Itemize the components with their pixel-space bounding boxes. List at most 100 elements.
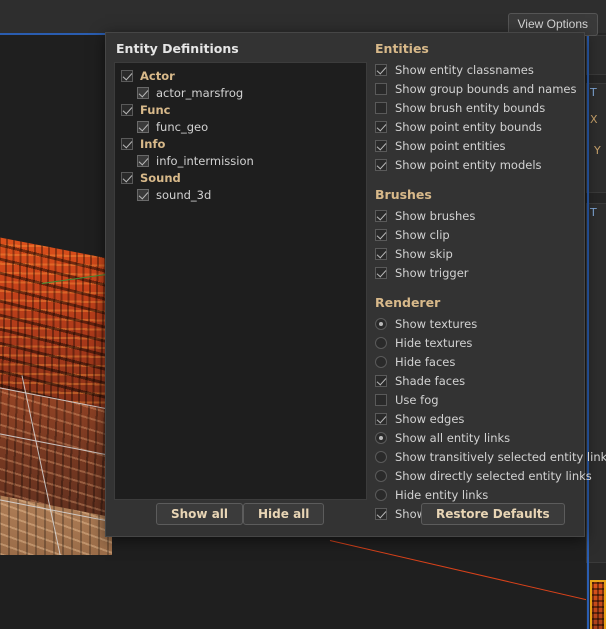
inspector-row-label: Y bbox=[594, 144, 601, 157]
option-row[interactable]: Show directly selected entity links bbox=[374, 466, 592, 485]
entity-definition-label: Info bbox=[140, 136, 166, 151]
popup-columns: Entity Definitions Actor actor_marsfrog Fu… bbox=[106, 33, 606, 521]
entity-definition-row[interactable]: sound_3d bbox=[115, 186, 366, 203]
option-label: Show point entity bounds bbox=[395, 119, 542, 134]
option-label: Show textures bbox=[395, 316, 478, 331]
show-all-button[interactable]: Show all bbox=[156, 503, 244, 525]
axis-line-red bbox=[329, 540, 586, 611]
checkbox-icon[interactable] bbox=[375, 63, 387, 76]
restore-defaults-button[interactable]: Restore Defaults bbox=[421, 503, 565, 525]
entity-definition-label: info_intermission bbox=[156, 153, 254, 168]
section-heading: Renderer bbox=[375, 295, 441, 310]
inspector-row-label: T bbox=[590, 86, 597, 99]
inspector-panel[interactable]: T X Y T bbox=[586, 35, 606, 629]
entity-definition-label: actor_marsfrog bbox=[156, 85, 244, 100]
checkbox-icon[interactable] bbox=[121, 69, 133, 82]
checkbox-icon[interactable] bbox=[121, 103, 133, 116]
checkbox-icon[interactable] bbox=[375, 209, 387, 222]
option-label: Hide textures bbox=[395, 335, 473, 350]
entity-definitions-column: Entity Definitions Actor actor_marsfrog Fu… bbox=[114, 41, 367, 500]
option-row[interactable]: Show trigger bbox=[374, 263, 580, 282]
radio-icon[interactable] bbox=[375, 469, 387, 482]
option-row[interactable]: Hide textures bbox=[374, 333, 580, 352]
entity-definitions-title: Entity Definitions bbox=[116, 41, 239, 56]
option-row[interactable]: Show entity classnames bbox=[374, 60, 580, 79]
checkbox-icon[interactable] bbox=[375, 158, 387, 171]
checkbox-icon[interactable] bbox=[375, 374, 387, 387]
checkbox-icon[interactable] bbox=[375, 82, 387, 95]
checkbox-icon[interactable] bbox=[375, 247, 387, 260]
entity-group-row[interactable]: Func bbox=[115, 101, 366, 118]
inspector-accent-line bbox=[587, 35, 589, 629]
inspector-section-browser: T bbox=[586, 203, 606, 563]
hide-all-button[interactable]: Hide all bbox=[243, 503, 325, 525]
option-label: Show all entity links bbox=[395, 430, 511, 445]
option-label: Show point entity models bbox=[395, 157, 542, 172]
checkbox-icon[interactable] bbox=[121, 171, 133, 184]
section-heading: Brushes bbox=[375, 187, 432, 202]
checkbox-icon[interactable] bbox=[121, 137, 133, 150]
radio-icon[interactable] bbox=[375, 317, 387, 330]
entity-definition-label: Sound bbox=[140, 170, 181, 185]
checkbox-icon[interactable] bbox=[137, 188, 149, 201]
option-label: Show entity classnames bbox=[395, 62, 534, 77]
radio-icon[interactable] bbox=[375, 431, 387, 444]
checkbox-icon[interactable] bbox=[375, 101, 387, 114]
option-row[interactable]: Hide faces bbox=[374, 352, 580, 371]
texture-thumbnail[interactable] bbox=[590, 580, 606, 629]
option-label: Show skip bbox=[395, 246, 453, 261]
option-label: Shade faces bbox=[395, 373, 466, 388]
option-label: Show directly selected entity links bbox=[395, 468, 592, 483]
option-row[interactable]: Show point entity models bbox=[374, 155, 580, 174]
entity-group-row[interactable]: Info bbox=[115, 135, 366, 152]
entity-group-row[interactable]: Sound bbox=[115, 169, 366, 186]
checkbox-icon[interactable] bbox=[137, 86, 149, 99]
inspector-section-top bbox=[586, 35, 606, 75]
checkbox-icon[interactable] bbox=[375, 228, 387, 241]
option-row[interactable]: Use fog bbox=[374, 390, 580, 409]
option-row[interactable]: Show point entities bbox=[374, 136, 580, 155]
checkbox-icon[interactable] bbox=[375, 393, 387, 406]
view-options-column: Entities Show entity classnames Show group… bbox=[374, 41, 606, 523]
option-label: Show trigger bbox=[395, 265, 469, 280]
popup-footer: Show all Hide all Restore Defaults bbox=[106, 496, 586, 536]
checkbox-icon[interactable] bbox=[375, 412, 387, 425]
radio-icon[interactable] bbox=[375, 336, 387, 349]
option-row[interactable]: Show transitively selected entity links bbox=[374, 447, 606, 466]
option-label: Show brushes bbox=[395, 208, 476, 223]
entity-definitions-list[interactable]: Actor actor_marsfrog Func func_geo Info info_… bbox=[114, 62, 367, 500]
option-label: Hide faces bbox=[395, 354, 456, 369]
checkbox-icon[interactable] bbox=[137, 154, 149, 167]
option-row[interactable]: Show edges bbox=[374, 409, 580, 428]
option-row[interactable]: Shade faces bbox=[374, 371, 580, 390]
option-label: Show transitively selected entity links bbox=[395, 449, 606, 464]
option-row[interactable]: Show all entity links bbox=[374, 428, 580, 447]
app-root: T X Y T View Options Entity Definitions … bbox=[0, 0, 606, 629]
option-label: Show brush entity bounds bbox=[395, 100, 546, 115]
option-row[interactable]: Show skip bbox=[374, 244, 580, 263]
radio-icon[interactable] bbox=[375, 450, 387, 463]
inspector-row-label: X bbox=[590, 113, 598, 126]
option-row[interactable]: Show brush entity bounds bbox=[374, 98, 580, 117]
option-label: Show clip bbox=[395, 227, 450, 242]
option-label: Use fog bbox=[395, 392, 439, 407]
checkbox-icon[interactable] bbox=[375, 266, 387, 279]
entity-group-row[interactable]: Actor bbox=[115, 67, 366, 84]
option-row[interactable]: Show textures bbox=[374, 314, 580, 333]
view-options-popup: Entity Definitions Actor actor_marsfrog Fu… bbox=[105, 32, 606, 537]
entity-definition-row[interactable]: info_intermission bbox=[115, 152, 366, 169]
entity-definition-label: sound_3d bbox=[156, 187, 212, 202]
inspector-row-label: T bbox=[590, 206, 597, 219]
entity-definition-row[interactable]: actor_marsfrog bbox=[115, 84, 366, 101]
option-row[interactable]: Show clip bbox=[374, 225, 580, 244]
option-row[interactable]: Show point entity bounds bbox=[374, 117, 580, 136]
option-row[interactable]: Show brushes bbox=[374, 206, 580, 225]
checkbox-icon[interactable] bbox=[375, 120, 387, 133]
checkbox-icon[interactable] bbox=[137, 120, 149, 133]
entity-definition-row[interactable]: func_geo bbox=[115, 118, 366, 135]
radio-icon[interactable] bbox=[375, 355, 387, 368]
option-label: Show edges bbox=[395, 411, 465, 426]
option-row[interactable]: Show group bounds and names bbox=[374, 79, 580, 98]
inspector-section-fields: T X Y bbox=[586, 83, 606, 193]
checkbox-icon[interactable] bbox=[375, 139, 387, 152]
